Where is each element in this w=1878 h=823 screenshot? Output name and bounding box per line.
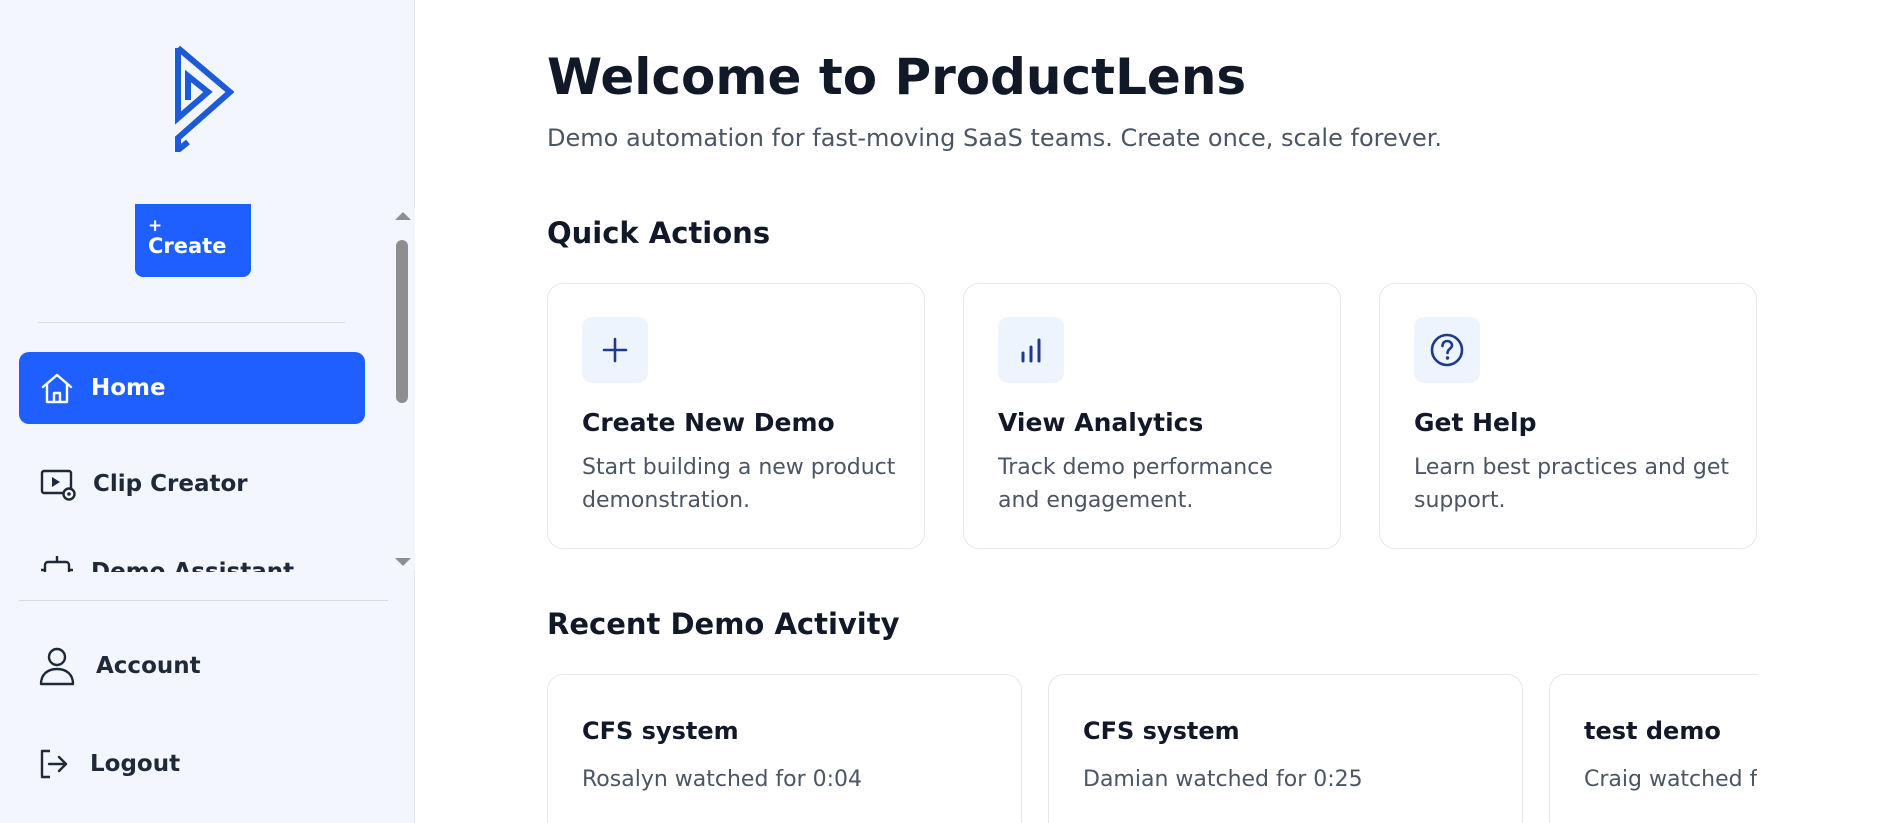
sidebar-item-home[interactable]: Home — [19, 352, 365, 424]
home-icon — [41, 373, 73, 404]
create-button[interactable]: + Create — [135, 204, 251, 277]
sidebar-scrollbar[interactable] — [390, 208, 415, 570]
recent-activity-list: CFS system Rosalyn watched for 0:04 CFS … — [547, 672, 1757, 823]
activity-title: CFS system — [582, 717, 739, 745]
activity-description: Craig watched for — [1584, 767, 1757, 792]
sidebar-item-logout[interactable]: Logout — [38, 748, 180, 780]
logout-icon — [40, 749, 68, 779]
app-root: + Create Home Clip Creator Demo Assistan… — [0, 0, 1878, 823]
activity-card[interactable]: CFS system Damian watched for 0:25 — [1048, 674, 1523, 823]
quick-action-title: Create New Demo — [582, 408, 835, 437]
quick-action-description: Track demo performance and engagement. — [998, 455, 1273, 513]
page-subtitle: Demo automation for fast-moving SaaS tea… — [547, 124, 1442, 152]
bar-chart-icon — [998, 317, 1064, 383]
recent-activity-heading: Recent Demo Activity — [547, 607, 900, 641]
quick-action-description: Start building a new product demonstrati… — [582, 455, 896, 513]
quick-action-title: Get Help — [1414, 408, 1537, 437]
quick-action-description: Learn best practices and get support. — [1414, 455, 1729, 513]
sidebar-item-demo-assistant[interactable]: Demo Assistant — [19, 536, 365, 572]
sidebar-item-label: Account — [96, 653, 201, 679]
quick-action-create-demo[interactable]: Create New Demo Start building a new pro… — [547, 283, 925, 549]
sidebar-item-clip-creator[interactable]: Clip Creator — [19, 448, 365, 520]
activity-title: test demo — [1584, 717, 1721, 745]
user-icon — [39, 647, 75, 686]
page-title: Welcome to ProductLens — [547, 48, 1247, 106]
quick-action-get-help[interactable]: Get Help Learn best practices and get su… — [1379, 283, 1757, 549]
scroll-up-arrow-icon[interactable] — [395, 212, 411, 220]
sidebar: + Create Home Clip Creator Demo Assistan… — [0, 0, 415, 823]
help-circle-icon — [1414, 317, 1480, 383]
sidebar-nav: Home Clip Creator Demo Assistant — [0, 340, 390, 572]
video-settings-icon — [40, 469, 76, 501]
quick-actions-heading: Quick Actions — [547, 216, 771, 250]
sidebar-item-label: Logout — [90, 751, 181, 777]
sidebar-item-label: Home — [91, 375, 166, 401]
sidebar-item-label: Demo Assistant — [91, 559, 295, 572]
productlens-logo[interactable] — [168, 46, 234, 152]
create-plus-icon: + — [148, 215, 163, 236]
quick-action-title: View Analytics — [998, 408, 1204, 437]
activity-card[interactable]: test demo Craig watched for — [1549, 674, 1757, 823]
sidebar-item-label: Clip Creator — [93, 471, 248, 497]
plus-icon — [582, 317, 648, 383]
sidebar-divider-bottom — [19, 600, 388, 601]
scroll-down-arrow-icon[interactable] — [395, 558, 411, 566]
activity-description: Damian watched for 0:25 — [1083, 767, 1363, 792]
create-button-label: Create — [148, 234, 227, 259]
main-content: Welcome to ProductLens Demo automation f… — [547, 0, 1757, 823]
scroll-thumb[interactable] — [396, 240, 408, 403]
robot-icon — [41, 556, 73, 572]
quick-action-view-analytics[interactable]: View Analytics Track demo performance an… — [963, 283, 1341, 549]
activity-title: CFS system — [1083, 717, 1240, 745]
activity-description: Rosalyn watched for 0:04 — [582, 767, 863, 792]
sidebar-divider-top — [38, 322, 345, 323]
sidebar-item-account[interactable]: Account — [38, 646, 201, 686]
activity-card[interactable]: CFS system Rosalyn watched for 0:04 — [547, 674, 1022, 823]
